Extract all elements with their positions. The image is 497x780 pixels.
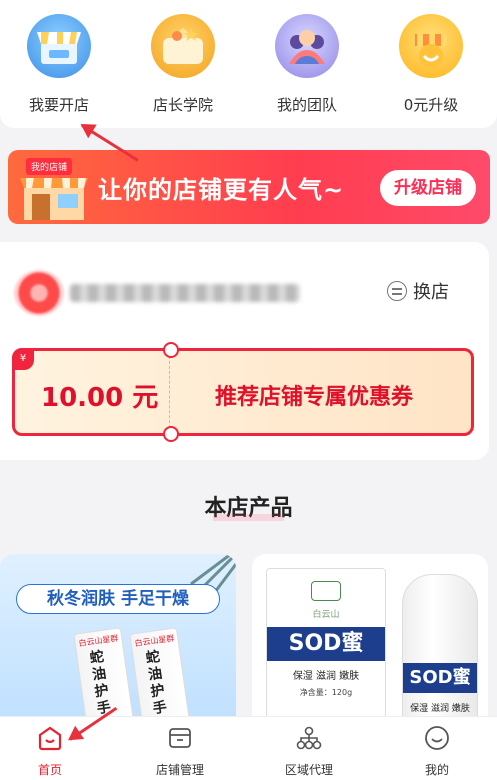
tube-brand: 白云山星群 [134,633,175,649]
tab-store-manage[interactable]: 店铺管理 [130,725,230,778]
store-coupon[interactable]: ¥ 10.00 元 推荐店铺专属优惠券 [12,342,474,442]
yuan-icon: ¥ [12,348,34,370]
tab-label: 首页 [37,763,62,777]
tab-home[interactable]: 首页 [0,725,100,778]
crown-smile-icon [399,14,463,78]
quick-entry-label: 0元升级 [403,96,459,114]
store-icon [167,725,193,751]
brand-logo-icon [311,581,341,601]
network-icon [296,725,322,751]
quick-entry-team[interactable]: 我的团队 [252,14,362,115]
box-product-name: SOD蜜 [267,627,385,661]
product-tagline: 秋冬润肤 手足干燥 [16,584,220,614]
quick-entry-label: 店长学院 [152,96,213,114]
quick-entry-academy[interactable]: 店长学院 [128,14,238,115]
product-card[interactable]: 秋冬润肤 手足干燥 白云山星群 蛇油护手霜 白云山星群 蛇油护手霜 [0,554,236,724]
quick-entry-panel: 我要开店 店长学院 我的团队 0元升级 [0,0,497,128]
section-title-text: 本店产品 [204,490,293,522]
product-box: 白云山 SOD蜜 保湿 滋润 嫩肤 净含量：120g [266,568,386,718]
switch-store-label: 换店 [413,282,449,303]
product-tube: 白云山星群 蛇油护手霜 [73,627,135,724]
shop-awning-icon [27,14,91,78]
box-volume: 净含量：120g [299,688,353,697]
upgrade-store-banner[interactable]: 我的店铺 让你的店铺更有人气~ 升级店铺 [8,150,490,224]
store-avatar [14,270,64,316]
my-store-badge: 我的店铺 [26,158,73,175]
product-bottle: SOD蜜 保湿 滋润 嫩肤 [402,574,478,724]
coupon-title: 推荐店铺专属优惠券 [215,385,414,410]
tab-me[interactable]: 我的 [387,725,487,778]
quick-entry-open-shop[interactable]: 我要开店 [4,14,114,115]
store-card: 换店 ¥ 10.00 元 推荐店铺专属优惠券 [0,242,489,460]
store-name-redacted [70,284,300,302]
product-card[interactable]: 白云山 SOD蜜 保湿 滋润 嫩肤 净含量：120g SOD蜜 保湿 滋润 嫩肤 [252,554,488,724]
tab-label: 店铺管理 [155,763,204,777]
tab-label: 区域代理 [284,763,333,777]
tab-regional-agent[interactable]: 区域代理 [259,725,359,778]
home-smile-icon [37,725,63,751]
product-tube: 白云山星群 蛇油护手霜 [129,627,191,724]
quick-entry-label: 我的团队 [276,96,337,114]
team-icon [275,14,339,78]
coupon-amount: 10.00 元 [41,383,159,413]
wallet-star-icon [151,14,215,78]
smile-icon [424,725,450,751]
section-title: 本店产品 [0,490,497,522]
switch-icon [387,281,407,301]
coupon-divider [163,342,179,442]
tube-name: 蛇油护手霜 [144,648,171,724]
storefront-icon [18,172,90,222]
upgrade-store-button[interactable]: 升级店铺 [380,170,476,206]
tab-label: 我的 [424,763,449,777]
quick-entry-upgrade[interactable]: 0元升级 [376,14,486,115]
box-brand: 白云山 [312,610,340,620]
tube-brand: 白云山星群 [78,633,119,649]
quick-entry-label: 我要开店 [28,96,89,114]
bottle-features: 保湿 滋润 嫩肤 [410,704,470,714]
bottle-product-name: SOD蜜 [403,663,477,693]
box-features: 保湿 滋润 嫩肤 [292,671,360,682]
banner-slogan: 让你的店铺更有人气~ [98,176,345,204]
switch-store-button[interactable]: 换店 [387,278,449,304]
